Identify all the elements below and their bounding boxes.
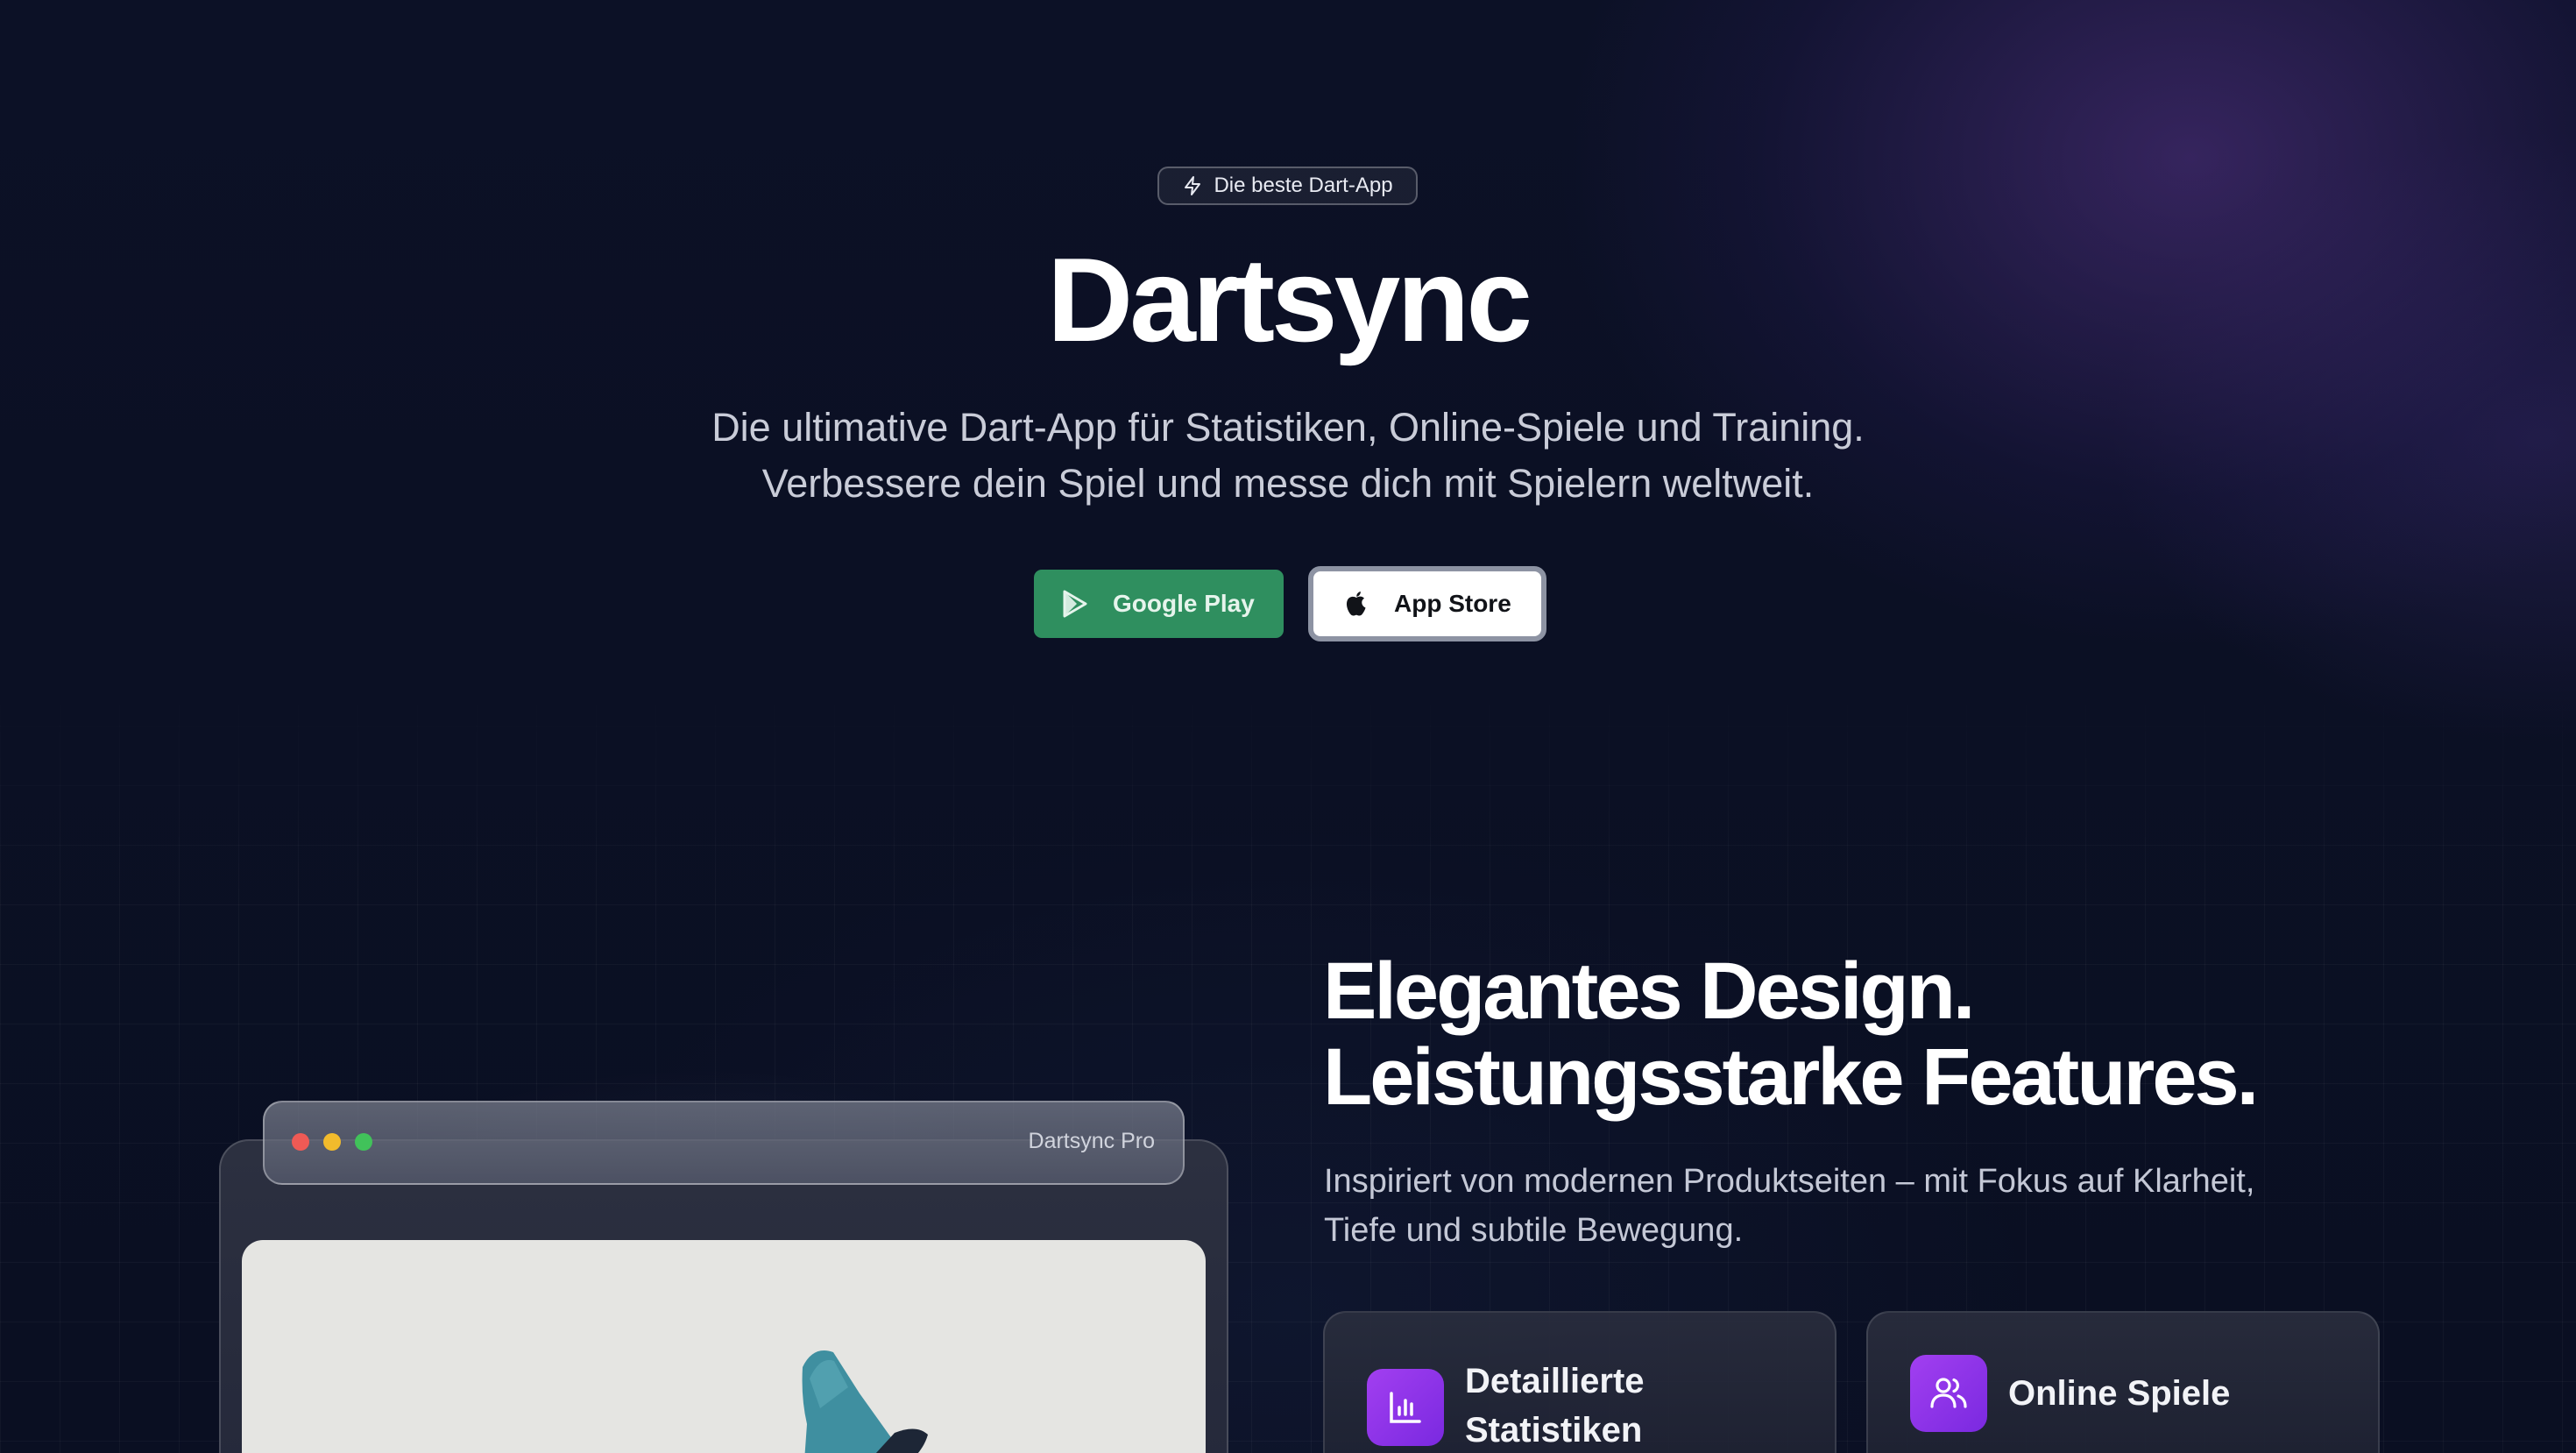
window-maximize-button[interactable] [355,1133,372,1151]
feature-card-label-line: Statistiken [1465,1411,1643,1449]
features-subtitle: Inspiriert von modernen Produktseiten – … [1324,1157,2375,1255]
features-heading-line: Leistungsstarke Features. [1323,1032,2259,1122]
play-store-icon [1063,590,1087,618]
app-store-label: App Store [1394,590,1511,617]
window-minimize-button[interactable] [323,1133,341,1151]
hero-subtitle: Die ultimative Dart-App für Statistiken,… [0,400,2576,512]
hero-subtitle-line: Die ultimative Dart-App für Statistiken,… [711,405,1865,450]
google-play-label: Google Play [1113,590,1255,617]
apple-icon [1346,592,1366,616]
feature-card-online-games[interactable]: Online Spiele [1866,1311,2380,1453]
users-icon [1910,1355,1987,1432]
hero-subtitle-line: Verbessere dein Spiel und messe dich mit… [761,461,1815,506]
window-close-button[interactable] [292,1133,309,1151]
hero-title: Dartsync [1046,233,1532,366]
features-subtitle-line: Tiefe und subtile Bewegung. [1324,1212,1744,1249]
feature-card-label: Online Spiele [2008,1374,2231,1413]
feature-card-label: Detaillierte Statistiken [1465,1357,1798,1453]
features-heading-line: Elegantes Design. [1323,946,1975,1036]
lightning-icon [1185,176,1201,195]
window-title: Dartsync Pro [1028,1129,1155,1153]
google-play-button[interactable]: Google Play [1034,570,1284,638]
app-screenshot [242,1240,1206,1453]
app-store-button[interactable]: App Store [1308,566,1546,641]
hero-badge-label: Die beste Dart-App [1214,174,1393,197]
bar-chart-icon [1367,1369,1444,1446]
dart-illustration [802,1350,928,1453]
hero-badge: Die beste Dart-App [1157,167,1418,205]
feature-card-statistics[interactable]: Detaillierte Statistiken [1323,1311,1836,1453]
feature-card-label-line: Detaillierte [1465,1362,1645,1400]
features-subtitle-line: Inspiriert von modernen Produktseiten – … [1324,1163,2255,1200]
features-heading: Elegantes Design. Leistungsstarke Featur… [1323,948,2462,1120]
